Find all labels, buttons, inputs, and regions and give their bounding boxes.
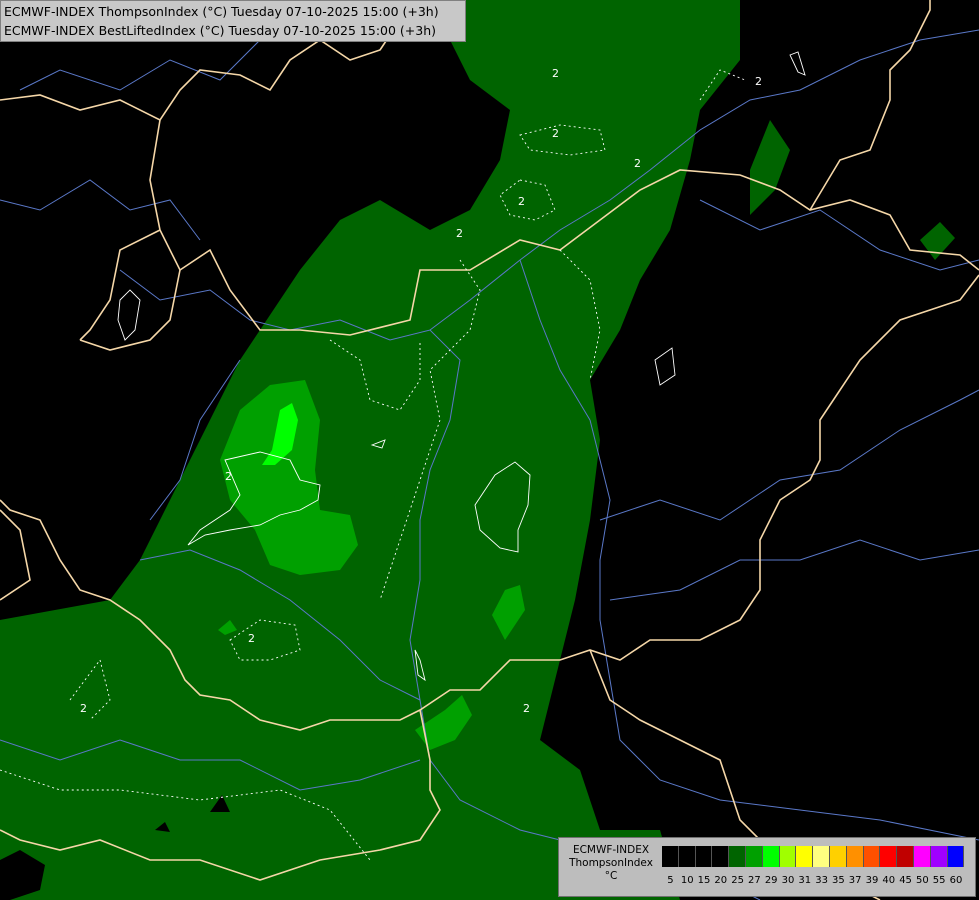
contour-label: 2 bbox=[518, 195, 525, 208]
contour-label: 2 bbox=[456, 227, 463, 240]
color-legend: ECMWF-INDEX ThompsonIndex °C 5 10 15 20 25 27… bbox=[558, 837, 976, 897]
title-line-2: ECMWF-INDEX BestLiftedIndex (°C) Tuesday… bbox=[4, 23, 437, 38]
legend-tick-label: 35 bbox=[832, 875, 845, 886]
contour-label: 2 bbox=[248, 632, 255, 645]
legend-tick-label: 60 bbox=[949, 875, 963, 886]
legend-ticks: 5 10 15 20 25 27 29 30 31 33 35 37 39 40 45 50 55 60 bbox=[662, 875, 964, 887]
contour-label: 2 bbox=[552, 127, 559, 140]
legend-tick-label: 5 bbox=[667, 875, 674, 886]
legend-swatch bbox=[745, 846, 763, 867]
legend-swatch bbox=[712, 846, 730, 867]
legend-tick-label: 37 bbox=[848, 875, 862, 886]
legend-swatch bbox=[863, 846, 881, 867]
legend-swatch bbox=[880, 846, 898, 867]
legend-label-line-3: °C bbox=[604, 870, 618, 882]
legend-swatch bbox=[662, 846, 679, 867]
legend-swatch bbox=[913, 846, 931, 867]
contour-label: 2 bbox=[634, 157, 641, 170]
legend-swatch bbox=[762, 846, 780, 867]
legend-tick-label: 20 bbox=[714, 875, 728, 886]
legend-tick-label: 33 bbox=[815, 875, 828, 886]
green-dark-region bbox=[0, 0, 955, 900]
legend-label-line-2: ThompsonIndex bbox=[569, 857, 653, 869]
legend-tick-label: 39 bbox=[865, 875, 879, 886]
legend-swatch bbox=[779, 846, 797, 867]
title-line-1: ECMWF-INDEX ThompsonIndex (°C) Tuesday 0… bbox=[4, 4, 439, 19]
legend-tick-label: 30 bbox=[781, 875, 795, 886]
map-title-box: ECMWF-INDEX ThompsonIndex (°C) Tuesday 0… bbox=[0, 0, 466, 42]
legend-swatch bbox=[813, 846, 830, 867]
legend-swatch bbox=[829, 846, 847, 867]
legend-tick-label: 50 bbox=[915, 875, 929, 886]
legend-swatch bbox=[947, 846, 965, 867]
legend-tick-label: 40 bbox=[882, 875, 896, 886]
legend-swatch bbox=[846, 846, 864, 867]
legend-tick-label: 29 bbox=[764, 875, 778, 886]
legend-swatches bbox=[662, 846, 965, 867]
legend-swatch bbox=[678, 846, 696, 867]
legend-tick-label: 10 bbox=[680, 875, 694, 886]
legend-tick-label: 27 bbox=[748, 875, 761, 886]
contour-label: 2 bbox=[225, 470, 232, 483]
legend-tick-label: 31 bbox=[798, 875, 812, 886]
legend-label-line-1: ECMWF-INDEX bbox=[572, 844, 650, 856]
map-canvas: 2 2 2 2 2 2 2 2 2 2 bbox=[0, 0, 979, 900]
legend-swatch bbox=[796, 846, 814, 867]
contour-label: 2 bbox=[755, 75, 762, 88]
legend-swatch bbox=[897, 846, 914, 867]
legend-swatch bbox=[930, 846, 948, 867]
legend-tick-label: 15 bbox=[697, 875, 711, 886]
legend-swatch bbox=[695, 846, 713, 867]
legend-tick-label: 25 bbox=[731, 875, 744, 886]
legend-label: ECMWF-INDEX ThompsonIndex °C bbox=[562, 844, 660, 883]
legend-tick-label: 45 bbox=[899, 875, 912, 886]
contour-label: 2 bbox=[523, 702, 530, 715]
contour-label: 2 bbox=[80, 702, 87, 715]
contour-label: 2 bbox=[552, 67, 559, 80]
legend-tick-label: 55 bbox=[932, 875, 946, 886]
legend-swatch bbox=[729, 846, 746, 867]
